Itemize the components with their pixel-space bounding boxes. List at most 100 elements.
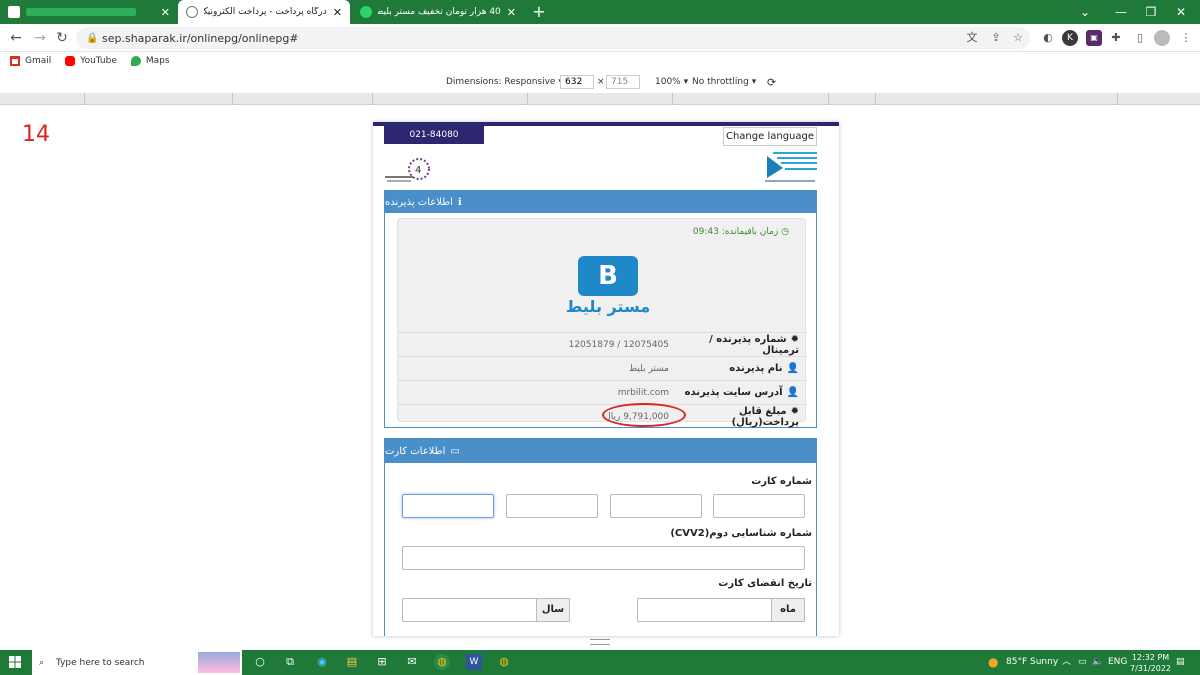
- support-phone: 021-84080: [384, 126, 484, 144]
- expiry-month-input[interactable]: [637, 598, 772, 622]
- extension-icon[interactable]: ◐: [1040, 30, 1056, 46]
- puzzle-icon[interactable]: ✚: [1108, 30, 1124, 46]
- terminal-value: 12075405 / 12051879: [568, 339, 669, 350]
- remaining-time: ◷ زمان باقیمانده: 09:43: [692, 227, 789, 237]
- rotate-icon[interactable]: ⟳: [767, 76, 776, 89]
- info-icon: ℹ: [457, 196, 462, 208]
- close-icon[interactable]: ✕: [501, 6, 516, 19]
- mail-icon[interactable]: ✉: [404, 654, 420, 670]
- restore-icon[interactable]: ❐: [1136, 0, 1166, 24]
- profile-icon: [8, 6, 20, 18]
- bookmark-maps[interactable]: Maps: [130, 56, 170, 66]
- back-icon[interactable]: ←: [6, 28, 26, 48]
- merchant-row-name: 👤نام پذیرنده مستر بلیط: [398, 356, 807, 380]
- clock-date: 7/31/2022: [1130, 664, 1172, 673]
- weather-icon: ●: [988, 655, 999, 669]
- sidepanel-icon[interactable]: ▯: [1132, 30, 1148, 46]
- new-tab-button[interactable]: +: [530, 3, 548, 21]
- share-icon[interactable]: ⇪: [988, 30, 1004, 46]
- bookmarks-bar: Gmail YouTube Maps: [0, 52, 1200, 70]
- tray-chevron-icon[interactable]: ︿: [1062, 650, 1071, 675]
- dimensions-select[interactable]: Dimensions: Responsive ▾: [446, 77, 563, 87]
- window-close-icon[interactable]: ✕: [1166, 0, 1196, 24]
- menu-icon[interactable]: ⋮: [1178, 30, 1194, 46]
- shaparak-icon: [186, 6, 198, 18]
- word-icon[interactable]: W: [466, 654, 482, 670]
- bookmark-gmail[interactable]: Gmail: [10, 56, 51, 66]
- gmail-icon: [10, 56, 20, 66]
- mrbilit-icon: [360, 6, 372, 18]
- merchant-site-value: mrbilit.com: [617, 387, 669, 398]
- minimize-icon[interactable]: —: [1106, 0, 1136, 24]
- card-number-label: شماره کارت: [751, 476, 812, 487]
- bookmark-star-icon[interactable]: ☆: [1010, 30, 1026, 46]
- tab-3[interactable]: 40 هزار تومان تخفیف مستر بلیط هواپ ✕: [352, 0, 524, 24]
- volume-icon[interactable]: 🔈: [1092, 650, 1103, 675]
- clock-icon: ◷: [781, 227, 789, 237]
- tab-strip: ✕ درگاه پرداخت - پرداخت الکترونیک ساما ✕…: [0, 0, 1200, 24]
- amount-highlight-circle: [602, 403, 686, 427]
- tab-2[interactable]: درگاه پرداخت - پرداخت الکترونیک ساما ✕: [178, 0, 350, 24]
- chrome-icon[interactable]: ◍: [496, 654, 512, 670]
- reload-icon[interactable]: ↻: [52, 28, 72, 48]
- zoom-select[interactable]: 100% ▾: [655, 77, 688, 87]
- card-number-part-4[interactable]: [402, 494, 494, 518]
- media-query-ruler[interactable]: [0, 93, 1200, 105]
- taskbar-search[interactable]: ⌕ Type here to search: [32, 650, 242, 675]
- cortana-icon[interactable]: ○: [252, 654, 268, 670]
- panel-title: اطلاعات پذیرنده: [385, 196, 453, 208]
- translate-icon[interactable]: 文: [964, 30, 980, 46]
- width-input[interactable]: [560, 75, 594, 89]
- extension-k-icon[interactable]: K: [1062, 30, 1078, 46]
- merchant-info-panel: ℹ اطلاعات پذیرنده ◷ زمان باقیمانده: 09:4…: [384, 190, 817, 428]
- chrome-icon[interactable]: ◍: [434, 654, 450, 670]
- close-icon[interactable]: ✕: [155, 6, 170, 19]
- user-icon: 👤: [786, 363, 799, 374]
- expiry-year-input[interactable]: [402, 598, 537, 622]
- windows-start-icon[interactable]: [9, 656, 21, 668]
- bookmark-youtube[interactable]: YouTube: [65, 56, 117, 66]
- user-icon: 👤: [786, 387, 799, 398]
- height-input[interactable]: [606, 75, 640, 89]
- close-icon[interactable]: ✕: [327, 6, 342, 19]
- maps-icon: [130, 56, 141, 66]
- resize-handle-bottom[interactable]: [590, 639, 610, 645]
- extension-app-icon[interactable]: ▣: [1086, 30, 1102, 46]
- network-icon[interactable]: ▭: [1078, 650, 1087, 675]
- bookmark-label: Maps: [145, 56, 170, 66]
- merchant-row-terminal: ✹شماره پذیرنده / ترمینال 12075405 / 1205…: [398, 332, 807, 356]
- store-icon[interactable]: ⊞: [374, 654, 390, 670]
- search-placeholder: Type here to search: [56, 657, 145, 668]
- mrbilit-logo-text: مستر بلیط: [565, 297, 651, 316]
- task-view-icon[interactable]: ⧉: [282, 654, 298, 670]
- windows-taskbar: ⌕ Type here to search ○ ⧉ ◉ ▤ ⊞ ✉ ◍ W ◍ …: [0, 650, 1200, 675]
- change-language-button[interactable]: Change language: [723, 127, 817, 146]
- times-sign: ×: [597, 77, 605, 87]
- clock[interactable]: 12:32 PM 7/31/2022: [1130, 652, 1171, 674]
- year-addon: سال: [536, 598, 570, 622]
- tab-1[interactable]: ✕: [0, 0, 178, 24]
- expiry-label: تاریخ انقضای کارت: [718, 578, 812, 589]
- card-number-part-2[interactable]: [610, 494, 702, 518]
- throttling-select[interactable]: No throttling ▾: [692, 77, 756, 87]
- gear-icon: ✹: [790, 405, 799, 417]
- search-icon: ⌕: [39, 657, 45, 668]
- merchant-details: ◷ زمان باقیمانده: 09:43 B مستر بلیط ✹شما…: [397, 218, 807, 428]
- weather-text[interactable]: 85°F Sunny: [1006, 650, 1058, 675]
- forward-icon[interactable]: →: [30, 28, 50, 48]
- card-number-part-1[interactable]: [713, 494, 805, 518]
- device-toolbar: Dimensions: Responsive ▾ × 100% ▾ No thr…: [0, 72, 1200, 92]
- language-indicator[interactable]: ENG: [1108, 650, 1127, 675]
- search-highlight-icon: [198, 652, 240, 673]
- file-explorer-icon[interactable]: ▤: [344, 654, 360, 670]
- mrbilit-logo-icon: B: [578, 256, 638, 296]
- browser-toolbar: ← → ↻ 🔒 sep.shaparak.ir/onlinepg/onlinep…: [0, 24, 1200, 52]
- address-bar[interactable]: 🔒 sep.shaparak.ir/onlinepg/onlinepg#: [76, 27, 1030, 49]
- cvv2-input[interactable]: [402, 546, 805, 570]
- payment-page: 021-84080 Change language 4 ℹ اطلاعات پذ…: [373, 122, 839, 636]
- card-number-part-3[interactable]: [506, 494, 598, 518]
- notifications-icon[interactable]: ▤: [1176, 650, 1185, 675]
- tab-search-icon[interactable]: ⌄: [1070, 0, 1100, 24]
- avatar[interactable]: [1154, 30, 1170, 46]
- edge-icon[interactable]: ◉: [314, 654, 330, 670]
